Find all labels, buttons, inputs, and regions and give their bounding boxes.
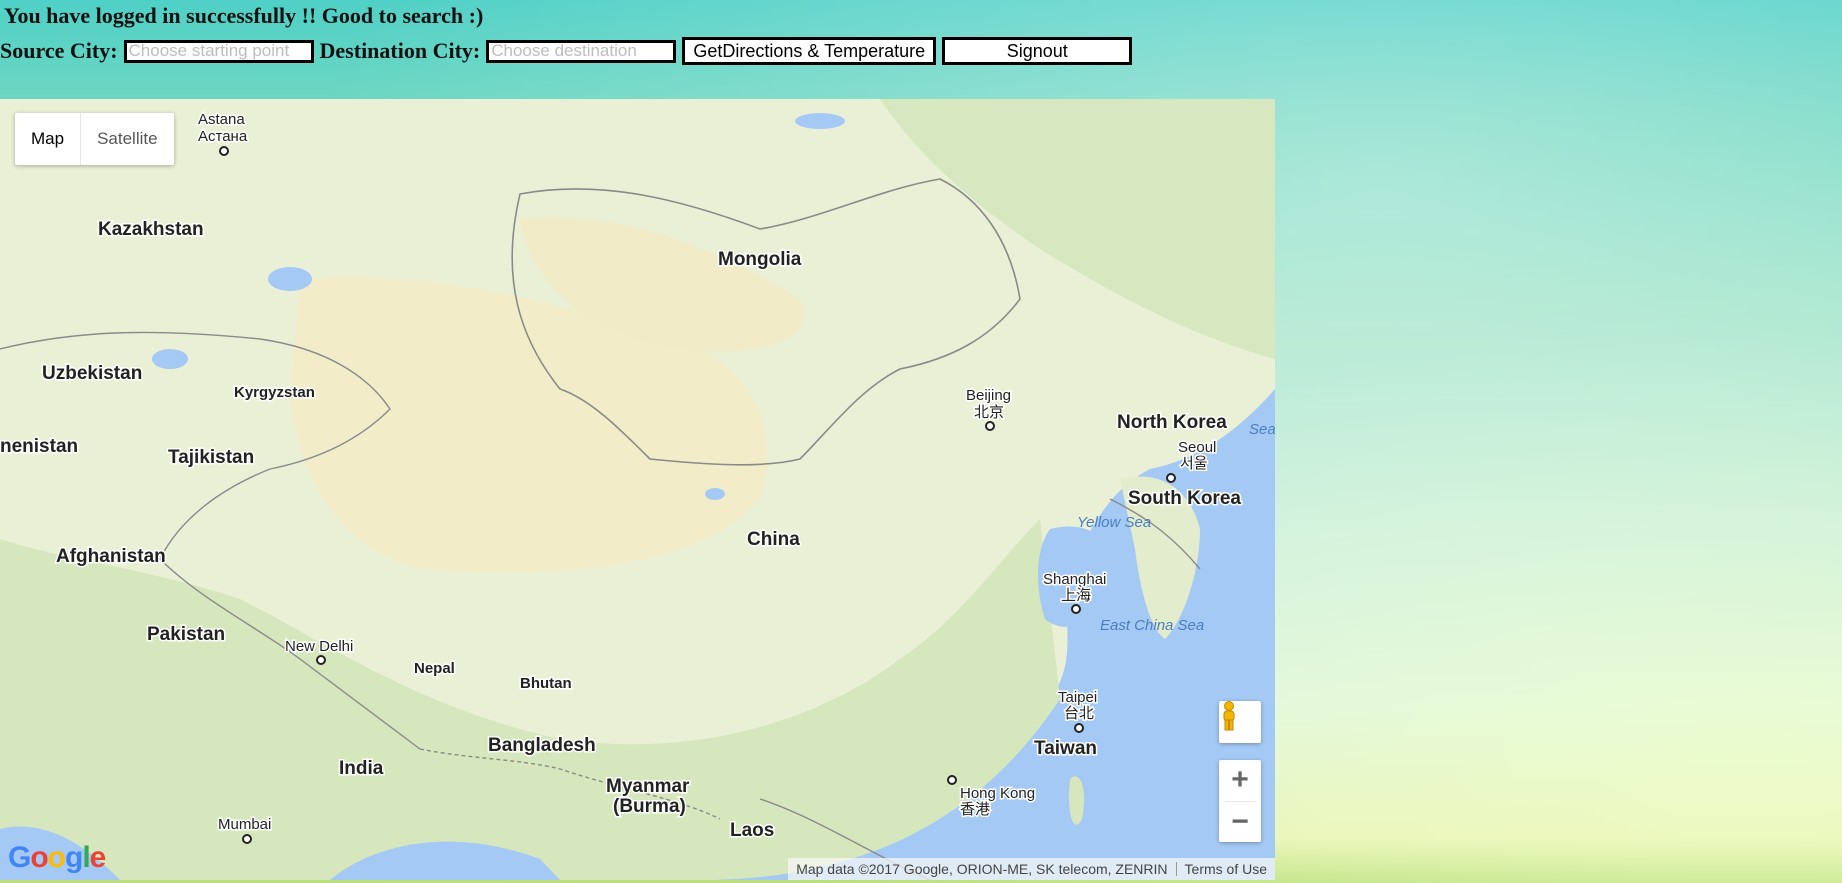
country-label: Kazakhstan xyxy=(98,219,204,240)
city-label: Astana xyxy=(198,111,245,128)
google-logo[interactable]: Google xyxy=(8,841,106,875)
map-type-satellite-button[interactable]: Satellite xyxy=(81,113,173,165)
city-marker-icon xyxy=(985,421,995,431)
country-label: (Burma) xyxy=(613,796,686,817)
city-marker-icon xyxy=(1071,604,1081,614)
country-label: India xyxy=(339,758,384,779)
city-label: Taipei xyxy=(1058,689,1097,706)
city-label: Hong Kong xyxy=(960,785,1035,802)
country-label: Afghanistan xyxy=(56,546,166,567)
map-canvas[interactable]: Kazakhstan Mongolia Uzbekistan Kyrgyzsta… xyxy=(0,99,1275,880)
street-view-control[interactable] xyxy=(1219,701,1261,743)
country-label: Laos xyxy=(730,820,774,841)
country-label: nenistan xyxy=(0,436,78,457)
city-marker-icon xyxy=(947,775,957,785)
zoom-in-icon[interactable]: + xyxy=(1219,760,1261,801)
country-label: South Korea xyxy=(1128,488,1241,509)
country-label: North Korea xyxy=(1117,412,1227,433)
destination-city-label: Destination City: xyxy=(319,38,481,63)
country-label: Uzbekistan xyxy=(42,363,142,384)
signout-button[interactable]: Signout xyxy=(942,37,1133,65)
map-type-map-button[interactable]: Map xyxy=(15,113,82,165)
country-label: China xyxy=(747,529,800,550)
city-label: 台北 xyxy=(1064,705,1094,722)
attribution-text: Map data ©2017 Google, ORION-ME, SK tele… xyxy=(796,861,1168,877)
pegman-icon xyxy=(1223,701,1235,731)
city-label: Астана xyxy=(198,128,248,145)
zoom-out-icon[interactable]: − xyxy=(1219,801,1261,842)
sea-label: East China Sea xyxy=(1100,617,1204,634)
city-marker-icon xyxy=(1074,723,1084,733)
city-marker-icon xyxy=(1166,473,1176,483)
city-marker-icon xyxy=(219,146,229,156)
source-city-label: Source City: xyxy=(0,38,118,63)
city-label: 上海 xyxy=(1061,587,1091,604)
country-label: Bhutan xyxy=(520,675,572,692)
city-marker-icon xyxy=(316,655,326,665)
city-label: New Delhi xyxy=(285,638,353,655)
sea-label: Yellow Sea xyxy=(1077,514,1151,531)
search-form: Source City: Destination City: GetDirect… xyxy=(0,36,1133,66)
destination-city-input[interactable] xyxy=(486,39,677,63)
country-label: Myanmar xyxy=(606,776,690,797)
map-attribution: Map data ©2017 Google, ORION-ME, SK tele… xyxy=(788,858,1275,880)
country-label: Taiwan xyxy=(1034,738,1097,759)
city-label: 北京 xyxy=(974,404,1004,421)
city-marker-icon xyxy=(242,834,252,844)
city-label: 香港 xyxy=(960,801,990,818)
city-label: 서울 xyxy=(1180,455,1208,472)
country-label: Nepal xyxy=(414,660,455,677)
get-directions-button[interactable]: GetDirections & Temperature xyxy=(682,37,937,65)
city-label: Mumbai xyxy=(218,816,271,833)
country-label: Tajikistan xyxy=(168,447,254,468)
city-label: Beijing xyxy=(966,387,1011,404)
zoom-control: + − xyxy=(1219,760,1261,842)
source-city-input[interactable] xyxy=(123,39,314,63)
login-success-message: You have logged in successfully !! Good … xyxy=(4,3,484,28)
country-label: Pakistan xyxy=(147,624,225,645)
city-label: Shanghai xyxy=(1043,571,1106,588)
map-labels: Kazakhstan Mongolia Uzbekistan Kyrgyzsta… xyxy=(0,110,1275,844)
country-label: Kyrgyzstan xyxy=(234,384,315,401)
terms-of-use-link[interactable]: Terms of Use xyxy=(1177,861,1275,877)
country-label: Bangladesh xyxy=(488,735,596,756)
country-label: Mongolia xyxy=(718,249,802,270)
city-label: Seoul xyxy=(1178,439,1216,456)
map-type-control: Map Satellite xyxy=(15,113,174,165)
sea-label: Sea xyxy=(1249,421,1275,438)
